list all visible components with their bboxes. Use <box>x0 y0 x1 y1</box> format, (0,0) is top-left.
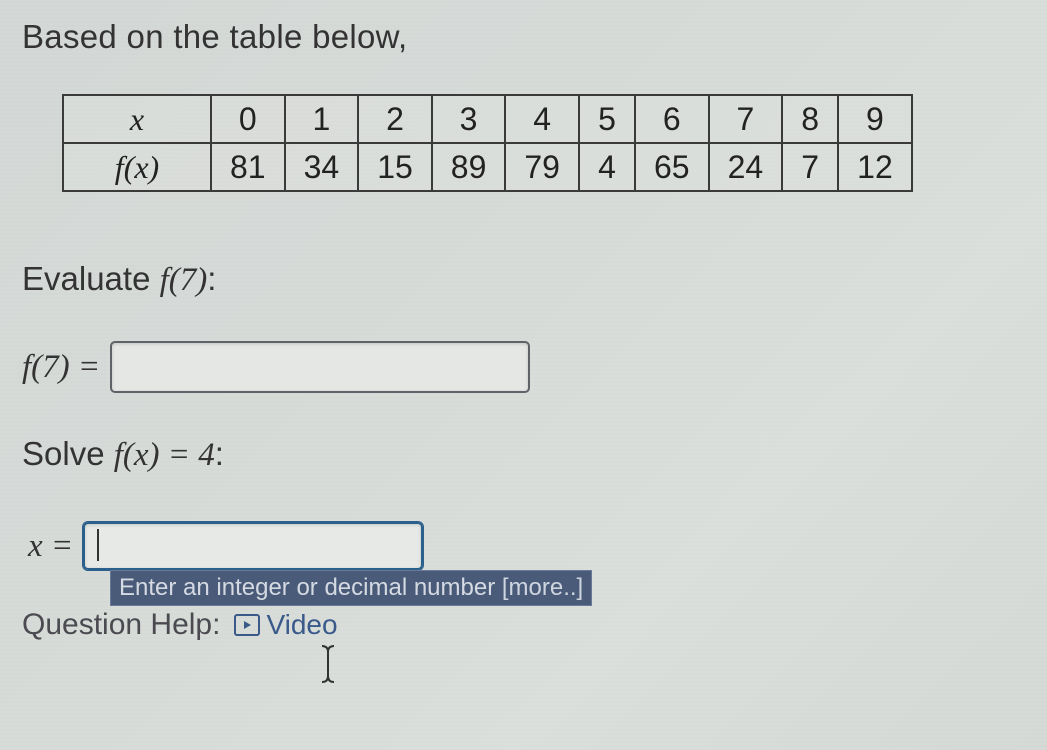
solve-prompt: Solve f(x) = 4: <box>22 435 1025 474</box>
hint-more-link[interactable]: [more..] <box>502 574 583 601</box>
table-cell: 4 <box>579 143 635 191</box>
table-cell: 24 <box>709 143 783 191</box>
table-cell: 4 <box>505 95 579 143</box>
text-cursor-icon <box>316 644 340 684</box>
row-header-x: x <box>63 95 211 143</box>
evaluate-prompt: Evaluate f(7): <box>22 260 1025 299</box>
table-cell: 8 <box>782 95 838 143</box>
solve-section: Solve f(x) = 4: x = Enter an integer or … <box>22 435 1025 642</box>
table-row-x: x 0 1 2 3 4 5 6 7 8 9 <box>63 95 912 143</box>
input-hint: Enter an integer or decimal number [more… <box>110 570 592 606</box>
evaluate-section: Evaluate f(7): f(7) = <box>22 260 1025 393</box>
table-cell: 81 <box>211 143 285 191</box>
row-header-fx: f(x) <box>63 143 211 191</box>
table-cell: 0 <box>211 95 285 143</box>
table-cell: 12 <box>838 143 912 191</box>
table-cell: 79 <box>505 143 579 191</box>
table-cell: 89 <box>432 143 506 191</box>
solve-answer-input[interactable] <box>83 522 423 570</box>
function-table: x 0 1 2 3 4 5 6 7 8 9 f(x) 81 34 15 89 7… <box>62 94 1025 192</box>
table-cell: 65 <box>635 143 709 191</box>
table-cell: 3 <box>432 95 506 143</box>
table-cell: 1 <box>285 95 359 143</box>
table-cell: 34 <box>285 143 359 191</box>
table-cell: 7 <box>709 95 783 143</box>
play-icon <box>234 614 260 636</box>
video-help-link[interactable]: Video <box>234 609 337 641</box>
table-cell: 5 <box>579 95 635 143</box>
table-cell: 7 <box>782 143 838 191</box>
intro-text: Based on the table below, <box>22 18 1025 56</box>
table-cell: 6 <box>635 95 709 143</box>
evaluate-answer-input[interactable] <box>110 341 530 393</box>
table-cell: 9 <box>838 95 912 143</box>
table-cell: 15 <box>358 143 432 191</box>
solve-answer-label: x = <box>28 528 73 565</box>
table-row-fx: f(x) 81 34 15 89 79 4 65 24 7 12 <box>63 143 912 191</box>
table-cell: 2 <box>358 95 432 143</box>
evaluate-answer-label: f(7) = <box>22 349 100 386</box>
question-help-label: Question Help: <box>22 608 220 642</box>
